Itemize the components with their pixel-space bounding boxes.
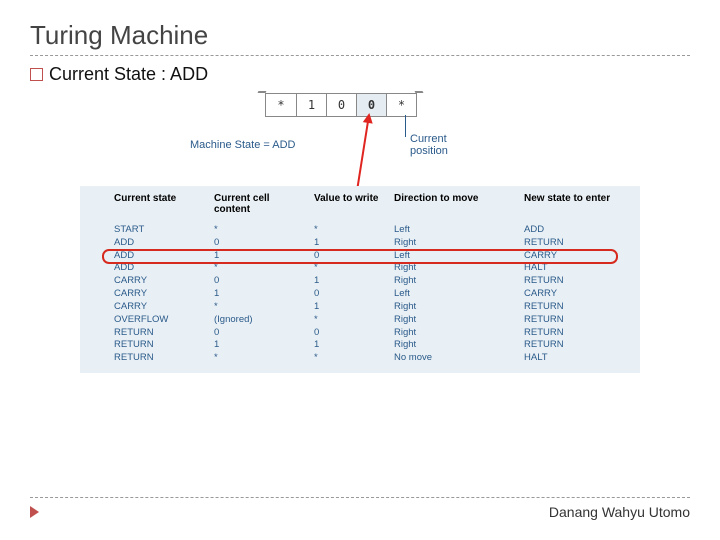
table-cell: RETURN (520, 339, 630, 352)
bullet-box-icon (30, 68, 43, 81)
title-divider (30, 55, 690, 56)
table-cell: 1 (310, 301, 390, 314)
table-cell: CARRY (110, 301, 210, 314)
table-row: RETURN**No moveHALT (110, 352, 610, 365)
table-cell: 1 (310, 275, 390, 288)
pointer-line-icon (405, 115, 406, 137)
table-cell: 0 (310, 250, 390, 263)
table-cell: ADD (520, 224, 630, 237)
th-new-state: New state to enter (520, 192, 630, 216)
table-row: ADD**RightHALT (110, 262, 610, 275)
footer-divider (30, 497, 690, 498)
tape-cell: 0 (326, 94, 356, 116)
table-cell: CARRY (110, 288, 210, 301)
table-cell: (Ignored) (210, 314, 310, 327)
footer-arrow-icon (30, 506, 39, 518)
table-cell: RETURN (520, 275, 630, 288)
table-cell: 0 (310, 327, 390, 340)
th-direction: Direction to move (390, 192, 520, 216)
table-cell: RETURN (520, 237, 630, 250)
table-cell: * (310, 352, 390, 365)
tape-cell: * (386, 94, 416, 116)
table-cell: * (210, 301, 310, 314)
table-cell: RETURN (520, 327, 630, 340)
table-cell: * (310, 314, 390, 327)
slide: Turing Machine Current State : ADD * 1 0… (0, 0, 720, 540)
table-cell: 0 (210, 275, 310, 288)
table-cell: 1 (210, 288, 310, 301)
tape-cell: 1 (296, 94, 326, 116)
bullet-text: Current State : ADD (49, 64, 208, 85)
table-cell: Right (390, 237, 520, 250)
table-row: CARRY*1RightRETURN (110, 301, 610, 314)
table-cell: 0 (310, 288, 390, 301)
table-cell: 1 (310, 237, 390, 250)
table-cell: Right (390, 262, 520, 275)
table-cell: 0 (210, 327, 310, 340)
table-cell: OVERFLOW (110, 314, 210, 327)
table-cell: * (210, 224, 310, 237)
table-cell: RETURN (110, 339, 210, 352)
table-cell: RETURN (520, 314, 630, 327)
table-cell: 0 (210, 237, 310, 250)
table-cell: HALT (520, 352, 630, 365)
transition-table: Current state Current cell content Value… (80, 186, 640, 373)
table-cell: ADD (110, 262, 210, 275)
table-cell: CARRY (520, 288, 630, 301)
table-cell: Right (390, 314, 520, 327)
table-cell: Left (390, 224, 520, 237)
current-position-label: Current position (410, 133, 448, 157)
author-name: Danang Wahyu Utomo (549, 504, 690, 520)
th-value-write: Value to write (310, 192, 390, 216)
table-cell: START (110, 224, 210, 237)
table-row: CARRY01RightRETURN (110, 275, 610, 288)
footer: Danang Wahyu Utomo (30, 497, 690, 520)
table-cell: Left (390, 288, 520, 301)
table-cell: Right (390, 339, 520, 352)
table-cell: RETURN (110, 327, 210, 340)
table-row: RETURN11RightRETURN (110, 339, 610, 352)
table-cell: 1 (210, 250, 310, 263)
page-title: Turing Machine (30, 20, 690, 51)
table-cell: CARRY (520, 250, 630, 263)
current-position-label-1: Current (410, 133, 448, 145)
table-row: START**LeftADD (110, 224, 610, 237)
table-cell: No move (390, 352, 520, 365)
machine-state-label: Machine State = ADD (190, 139, 295, 151)
table-cell: * (210, 262, 310, 275)
table-cell: Left (390, 250, 520, 263)
table-cell: RETURN (110, 352, 210, 365)
table-cell: * (310, 262, 390, 275)
table-cell: * (210, 352, 310, 365)
bullet-item: Current State : ADD (30, 64, 690, 85)
table-cell: HALT (520, 262, 630, 275)
table-cell: * (310, 224, 390, 237)
table-cell: ADD (110, 250, 210, 263)
th-cell-content: Current cell content (210, 192, 310, 216)
table-row: ADD01RightRETURN (110, 237, 610, 250)
tape-cell: * (266, 94, 296, 116)
table-cell: 1 (210, 339, 310, 352)
th-current-state: Current state (110, 192, 210, 216)
tape-figure: * 1 0 0 * Machine State = ADD Current po… (150, 91, 570, 186)
table-row: CARRY10LeftCARRY (110, 288, 610, 301)
tape: * 1 0 0 * (265, 93, 417, 117)
table-cell: Right (390, 301, 520, 314)
table-cell: 1 (310, 339, 390, 352)
tape-notch-right (415, 91, 424, 93)
table-cell: Right (390, 275, 520, 288)
current-position-label-2: position (410, 145, 448, 157)
table-cell: ADD (110, 237, 210, 250)
table-row: RETURN00RightRETURN (110, 327, 610, 340)
table-cell: CARRY (110, 275, 210, 288)
table-header-row: Current state Current cell content Value… (110, 192, 610, 216)
table-cell: Right (390, 327, 520, 340)
table-row: ADD10LeftCARRY (110, 250, 610, 263)
table-cell: RETURN (520, 301, 630, 314)
table-row: OVERFLOW(Ignored)*RightRETURN (110, 314, 610, 327)
